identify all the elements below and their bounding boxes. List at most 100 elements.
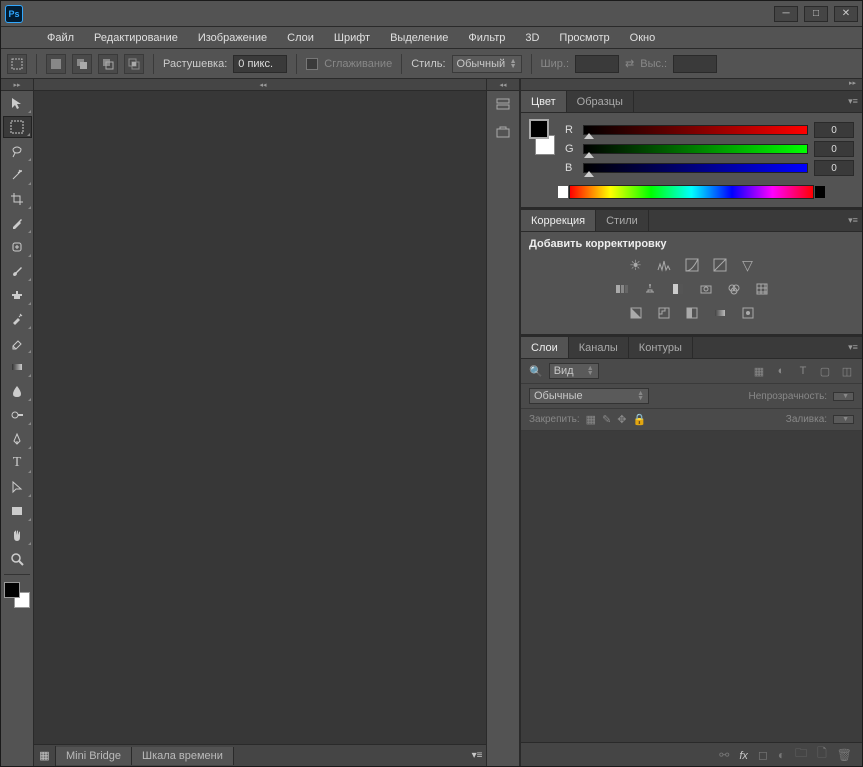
filter-type-icon[interactable]: T — [796, 364, 810, 378]
fill-select[interactable]: ▼ — [833, 415, 854, 424]
color-preview[interactable] — [529, 119, 555, 155]
tab-channels[interactable]: Каналы — [569, 337, 629, 358]
search-icon[interactable]: 🔍 — [529, 365, 543, 378]
b-slider[interactable] — [583, 163, 808, 173]
bottom-tab-menu-icon[interactable]: ▾≡ — [468, 750, 486, 761]
menu-file[interactable]: Файл — [37, 29, 84, 47]
path-selection-tool[interactable] — [3, 476, 32, 498]
threshold-icon[interactable] — [683, 304, 701, 322]
tab-mini-bridge[interactable]: Mini Bridge — [56, 747, 132, 765]
minimize-button[interactable]: ─ — [774, 6, 798, 22]
filter-pixel-icon[interactable]: ▦ — [752, 364, 766, 378]
tab-styles[interactable]: Стили — [596, 210, 649, 231]
menu-type[interactable]: Шрифт — [324, 29, 380, 47]
spectrum-bar[interactable] — [569, 185, 814, 199]
black-white-icon[interactable] — [669, 280, 687, 298]
vibrance-icon[interactable]: ▽ — [739, 256, 757, 274]
pen-tool[interactable] — [3, 428, 32, 450]
blend-mode-select[interactable]: Обычные▲▼ — [529, 388, 649, 404]
tab-color[interactable]: Цвет — [521, 91, 567, 112]
r-input[interactable] — [814, 122, 854, 138]
marquee-tool[interactable] — [3, 116, 32, 138]
menu-view[interactable]: Просмотр — [549, 29, 619, 47]
exposure-icon[interactable] — [711, 256, 729, 274]
filter-smart-icon[interactable]: ◫ — [840, 364, 854, 378]
layer-style-icon[interactable]: fx — [739, 748, 748, 762]
opacity-select[interactable]: ▼ — [833, 392, 854, 401]
blur-tool[interactable] — [3, 380, 32, 402]
g-slider[interactable] — [583, 144, 808, 154]
magic-wand-tool[interactable] — [3, 164, 32, 186]
new-fill-layer-icon[interactable]: ◐ — [778, 748, 785, 762]
brush-tool[interactable] — [3, 260, 32, 282]
hue-sat-icon[interactable] — [613, 280, 631, 298]
levels-icon[interactable] — [655, 256, 673, 274]
curves-icon[interactable] — [683, 256, 701, 274]
new-group-icon[interactable]: 🗀 — [795, 744, 807, 765]
invert-icon[interactable] — [627, 304, 645, 322]
add-selection-icon[interactable] — [72, 54, 92, 74]
clone-stamp-tool[interactable] — [3, 284, 32, 306]
eraser-tool[interactable] — [3, 332, 32, 354]
color-panel-menu-icon[interactable]: ▾≡ — [844, 91, 862, 112]
move-tool[interactable] — [3, 92, 32, 114]
gradient-map-icon[interactable] — [711, 304, 729, 322]
properties-panel-icon[interactable] — [488, 120, 518, 146]
canvas-area[interactable] — [34, 91, 486, 744]
tab-adjustments[interactable]: Коррекция — [521, 210, 596, 231]
tab-paths[interactable]: Контуры — [629, 337, 693, 358]
menu-filter[interactable]: Фильтр — [458, 29, 515, 47]
channel-mixer-icon[interactable] — [725, 280, 743, 298]
maximize-button[interactable]: □ — [804, 6, 828, 22]
foreground-color[interactable] — [4, 582, 20, 598]
zoom-tool[interactable] — [3, 548, 32, 570]
intersect-selection-icon[interactable] — [124, 54, 144, 74]
type-tool[interactable]: T — [3, 452, 32, 474]
rectangle-tool[interactable] — [3, 500, 32, 522]
new-selection-icon[interactable] — [46, 54, 66, 74]
selective-color-icon[interactable] — [739, 304, 757, 322]
menu-window[interactable]: Окно — [620, 29, 666, 47]
mid-dock-collapse[interactable]: ◂◂ — [487, 79, 519, 91]
crop-tool[interactable] — [3, 188, 32, 210]
posterize-icon[interactable] — [655, 304, 673, 322]
feather-input[interactable] — [233, 55, 287, 73]
lock-image-icon[interactable]: ✎ — [602, 413, 611, 426]
subtract-selection-icon[interactable] — [98, 54, 118, 74]
menu-edit[interactable]: Редактирование — [84, 29, 188, 47]
g-input[interactable] — [814, 141, 854, 157]
color-lookup-icon[interactable] — [753, 280, 771, 298]
link-layers-icon[interactable]: ⚯ — [719, 748, 729, 762]
lock-transparency-icon[interactable]: ▦ — [586, 413, 596, 426]
menu-3d[interactable]: 3D — [515, 29, 549, 47]
filter-shape-icon[interactable]: ▢ — [818, 364, 832, 378]
doc-tabs-collapse[interactable]: ◂◂ — [34, 79, 486, 91]
antialias-checkbox[interactable] — [306, 58, 318, 70]
color-swatches[interactable] — [4, 582, 30, 608]
layer-mask-icon[interactable]: ◻ — [758, 748, 768, 762]
filter-kind-select[interactable]: Вид▲▼ — [549, 363, 599, 379]
hand-tool[interactable] — [3, 524, 32, 546]
tab-swatches[interactable]: Образцы — [567, 91, 634, 112]
healing-brush-tool[interactable] — [3, 236, 32, 258]
layers-list[interactable] — [521, 431, 862, 742]
right-dock-collapse[interactable]: ▸▸ — [521, 79, 862, 91]
filter-adjustment-icon[interactable]: ◐ — [774, 364, 788, 378]
dock-collapse-button[interactable]: ▸▸ — [1, 79, 33, 91]
b-input[interactable] — [814, 160, 854, 176]
style-select[interactable]: Обычный▲▼ — [452, 55, 522, 73]
close-button[interactable]: ✕ — [834, 6, 858, 22]
fg-color-swatch[interactable] — [529, 119, 549, 139]
color-balance-icon[interactable] — [641, 280, 659, 298]
new-layer-icon[interactable]: 🗋 — [817, 744, 827, 765]
tab-layers[interactable]: Слои — [521, 337, 569, 358]
tab-timeline[interactable]: Шкала времени — [132, 747, 234, 765]
lasso-tool[interactable] — [3, 140, 32, 162]
adjustments-menu-icon[interactable]: ▾≡ — [844, 210, 862, 231]
gradient-tool[interactable] — [3, 356, 32, 378]
lock-all-icon[interactable]: 🔒 — [633, 413, 647, 426]
eyedropper-tool[interactable] — [3, 212, 32, 234]
photo-filter-icon[interactable] — [697, 280, 715, 298]
history-panel-icon[interactable] — [488, 92, 518, 118]
brightness-contrast-icon[interactable]: ☀ — [627, 256, 645, 274]
